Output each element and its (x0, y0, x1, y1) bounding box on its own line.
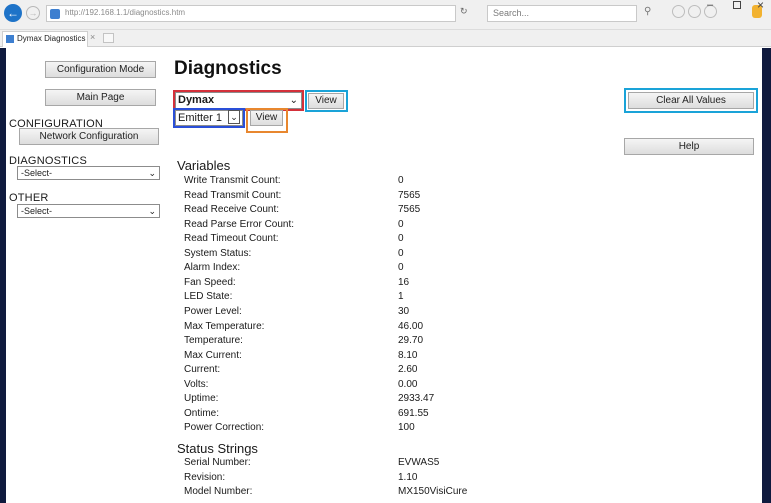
row-value: MX150VisiCure (398, 486, 468, 497)
row-label: Uptime: (184, 393, 219, 405)
row-value: 1.10 (398, 471, 418, 483)
highlight-box-orange (246, 108, 288, 133)
page-frame-left (0, 48, 6, 503)
row-label: Temperature: (184, 335, 243, 347)
row-value: 1 (398, 291, 404, 303)
row-label: Max Current: (184, 349, 242, 361)
row-label: LED State: (184, 291, 233, 303)
page-title: Diagnostics (174, 58, 282, 79)
tab-strip: Dymax Diagnostics × (0, 30, 771, 47)
search-icon[interactable]: ⚲ (644, 6, 651, 17)
favorites-star-icon[interactable] (688, 5, 701, 18)
network-configuration-button[interactable]: Network Configuration (19, 128, 159, 145)
forward-arrow-icon[interactable]: → (26, 6, 40, 20)
row-label: Revision: (184, 471, 226, 483)
maximize-icon[interactable] (733, 1, 741, 9)
chevron-down-icon: ⌄ (148, 168, 156, 178)
close-icon[interactable]: × (757, 0, 764, 12)
row-value: EVWAS5 (398, 457, 440, 468)
chevron-down-icon: ⌄ (148, 206, 156, 216)
row-label: Write Transmit Count: (184, 175, 281, 186)
row-label: System Status: (184, 247, 252, 259)
tab-close-icon[interactable]: × (90, 32, 95, 42)
row-label: Read Parse Error Count: (184, 218, 295, 230)
row-value: 0 (398, 233, 404, 245)
row-label: Power Level: (184, 305, 242, 317)
row-value: 16 (398, 276, 410, 288)
help-button[interactable]: Help (624, 138, 754, 155)
row-label: Read Transmit Count: (184, 189, 282, 201)
other-select-value: -Select- (21, 206, 53, 216)
row-label: Read Receive Count: (184, 204, 280, 216)
other-heading: OTHER (9, 192, 49, 204)
highlight-box-cyan (624, 88, 758, 113)
refresh-icon[interactable]: ↻ (460, 6, 468, 17)
search-input[interactable]: Search... (487, 5, 637, 22)
row-value: 46.00 (398, 320, 424, 332)
row-label: Ontime: (184, 407, 220, 419)
row-value: 7565 (398, 204, 421, 216)
row-value: 2933.47 (398, 393, 435, 405)
highlight-box-blue (173, 108, 245, 128)
row-label: Max Temperature: (184, 320, 265, 332)
row-label: Serial Number: (184, 457, 251, 468)
row-label: Volts: (184, 378, 209, 390)
row-value: 0 (398, 218, 404, 230)
other-select[interactable]: -Select- ⌄ (17, 204, 160, 218)
row-label: Current: (184, 364, 221, 376)
row-label: Model Number: (184, 486, 253, 497)
row-value: 0.00 (398, 378, 418, 390)
highlight-box-cyan (305, 90, 348, 112)
row-value: 7565 (398, 189, 421, 201)
page-icon (50, 9, 60, 19)
row-value: 0 (398, 262, 404, 274)
tab-dymax-diagnostics[interactable]: Dymax Diagnostics (2, 31, 88, 47)
new-tab-icon[interactable] (103, 33, 114, 43)
row-value: 0 (398, 175, 404, 186)
configuration-mode-button[interactable]: Configuration Mode (45, 61, 156, 78)
tab-page-icon (6, 35, 14, 43)
browser-toolbar: ← → http://192.168.1.1/diagnostics.htm ↻… (0, 0, 771, 30)
status-strings-heading: Status Strings (177, 441, 258, 456)
diagnostics-select-value: -Select- (21, 168, 53, 178)
row-value: 0 (398, 247, 404, 259)
page-frame-right (762, 48, 771, 503)
row-value: 691.55 (398, 407, 429, 419)
home-icon[interactable] (672, 5, 685, 18)
row-value: 100 (398, 422, 415, 434)
row-label: Fan Speed: (184, 276, 236, 288)
row-value: 30 (398, 305, 410, 317)
variables-heading: Variables (177, 158, 231, 173)
minimize-icon[interactable]: – (707, 0, 713, 11)
row-label: Read Timeout Count: (184, 233, 279, 245)
row-value: 29.70 (398, 335, 424, 347)
diagnostics-select[interactable]: -Select- ⌄ (17, 166, 160, 180)
search-placeholder: Search... (493, 8, 530, 18)
address-text: http://192.168.1.1/diagnostics.htm (65, 8, 186, 17)
tab-title: Dymax Diagnostics (17, 34, 86, 43)
back-arrow-icon[interactable]: ← (4, 4, 22, 22)
row-label: Power Correction: (184, 422, 265, 434)
row-value: 8.10 (398, 349, 418, 361)
row-label: Alarm Index: (184, 262, 241, 274)
row-value: 2.60 (398, 364, 418, 376)
main-page-button[interactable]: Main Page (45, 89, 156, 106)
address-bar[interactable]: http://192.168.1.1/diagnostics.htm (46, 5, 456, 22)
